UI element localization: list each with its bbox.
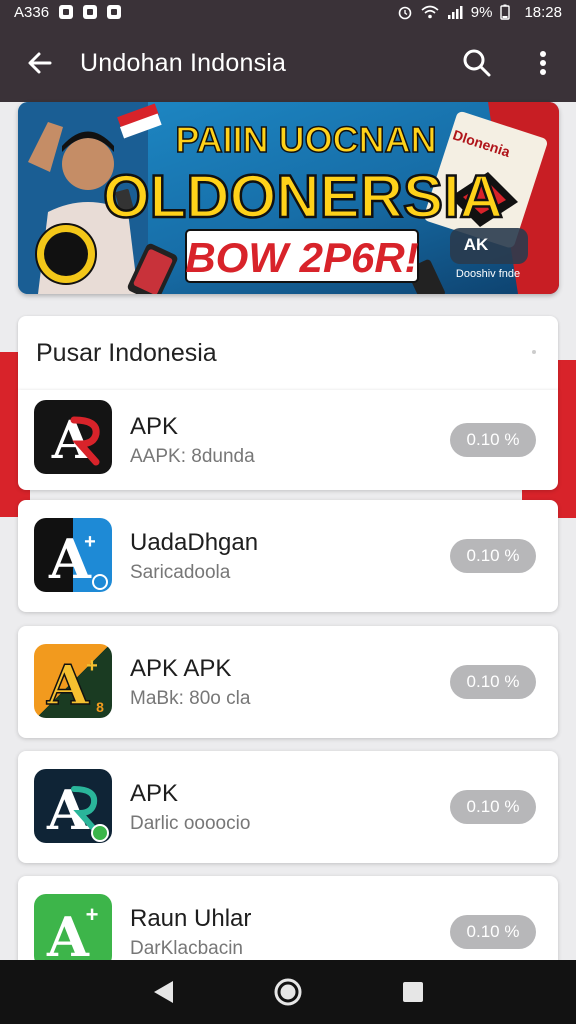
- app-action-pill[interactable]: 0.10 %: [450, 665, 536, 699]
- status-left: A336: [14, 3, 122, 21]
- search-button[interactable]: [444, 24, 510, 102]
- green-a-icon: A +: [34, 894, 112, 968]
- app-name: APK: [130, 413, 179, 440]
- app-action-pill[interactable]: 0.10 %: [450, 915, 536, 949]
- app-name: Raun Uhlar: [130, 905, 252, 932]
- notification-icon: [83, 5, 98, 19]
- signal-icon: [447, 6, 463, 19]
- nav-recents-button[interactable]: [393, 972, 433, 1012]
- app-subtitle: MaBk: 80o cla: [130, 688, 251, 709]
- app-action-pill[interactable]: 0.10 %: [450, 423, 536, 457]
- battery-label: 9%: [470, 3, 493, 21]
- app-name: UadaDhgan: [130, 529, 259, 556]
- svg-text:8: 8: [96, 699, 104, 715]
- svg-text:+: +: [86, 902, 99, 927]
- app-subtitle: AAPK: 8dunda: [130, 446, 255, 467]
- app-text: APK AAPK: 8dunda: [130, 412, 255, 468]
- app-text: APK Darlic oooocio: [130, 779, 250, 835]
- battery-icon: [500, 4, 511, 20]
- app-bar: Undohan Indonsia: [0, 24, 576, 102]
- section-dot: [532, 350, 536, 354]
- wifi-icon: [421, 5, 439, 19]
- alarm-icon: [398, 6, 412, 20]
- notification-icon: [59, 5, 74, 19]
- banner-headline-1: PAIIN UOCNAN: [175, 119, 436, 160]
- svg-text:A: A: [46, 653, 90, 717]
- section-title: Pusar Indonesia: [36, 338, 217, 367]
- more-options-button[interactable]: [510, 24, 576, 102]
- app-subtitle: Darlic oooocio: [130, 813, 251, 834]
- app-list-item[interactable]: A APK AAPK: 8dunda 0.10 %: [18, 390, 558, 490]
- banner-badge-sub: Dooshiv fnde: [456, 268, 520, 280]
- promo-banner[interactable]: PAIIN UOCNAN OLDONERSIA BOW 2P6R! Dlonen…: [18, 102, 559, 294]
- app-action-pill[interactable]: 0.10 %: [450, 790, 536, 824]
- app-name: APK: [130, 780, 179, 807]
- notification-icon: [107, 5, 122, 19]
- status-bar: A336 9% 18:28: [0, 0, 576, 24]
- banner-badge-text: AK: [464, 235, 489, 254]
- app-subtitle: DarKlacbacin: [130, 938, 243, 959]
- nav-back-button[interactable]: [143, 972, 183, 1012]
- banner-graphic: PAIIN UOCNAN OLDONERSIA BOW 2P6R! Dlonen…: [18, 102, 559, 294]
- app-list-item[interactable]: A + 8 APK APK MaBk: 80o cla 0.10 %: [18, 626, 558, 738]
- search-icon: [463, 49, 491, 77]
- home-circle-icon: [274, 978, 302, 1006]
- blue-a-icon: A +: [34, 518, 112, 592]
- banner-headline-3: BOW 2P6R!: [185, 234, 418, 281]
- back-triangle-icon: [153, 981, 173, 1003]
- more-vert-icon: [540, 51, 546, 75]
- status-right: 9% 18:28: [397, 4, 562, 21]
- banner-headline-2: OLDONERSIA: [103, 163, 503, 230]
- time-label: 18:28: [524, 3, 562, 21]
- svg-text:A: A: [46, 905, 90, 968]
- app-text: UadaDhgan Saricadoola: [130, 528, 258, 584]
- svg-text:+: +: [86, 655, 98, 677]
- app-title: Undohan Indonsia: [80, 48, 287, 77]
- back-arrow-icon: [28, 52, 52, 74]
- app-text: Raun Uhlar DarKlacbacin: [130, 904, 251, 960]
- carrier-label: A336: [14, 3, 50, 21]
- svg-text:+: +: [84, 531, 96, 553]
- nav-home-button[interactable]: [268, 972, 308, 1012]
- app-text: APK APK MaBk: 80o cla: [130, 654, 250, 710]
- orange-a-icon: A + 8: [34, 644, 112, 718]
- back-button[interactable]: [0, 24, 80, 102]
- app-action-pill[interactable]: 0.10 %: [450, 539, 536, 573]
- red-a-icon: A: [34, 400, 112, 474]
- app-list-item[interactable]: A APK Darlic oooocio 0.10 %: [18, 751, 558, 863]
- app-subtitle: Saricadoola: [130, 562, 231, 583]
- system-nav-bar: [0, 960, 576, 1024]
- recents-square-icon: [403, 982, 424, 1002]
- app-list-item[interactable]: A + UadaDhgan Saricadoola 0.10 %: [18, 500, 558, 612]
- section-header: Pusar Indonesia: [18, 316, 558, 390]
- app-name: APK APK: [130, 655, 232, 682]
- teal-a-icon: A: [34, 769, 112, 843]
